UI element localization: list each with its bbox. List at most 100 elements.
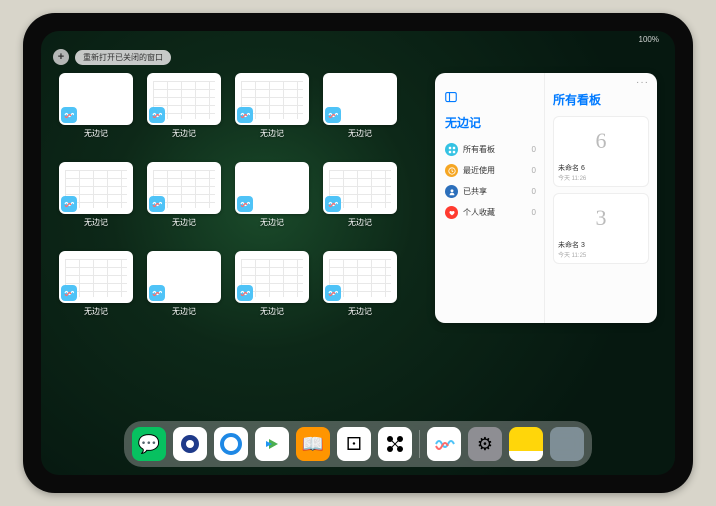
thumbnail-label: 无边记 (172, 306, 196, 317)
top-controls: + 重新打开已关闭的窗口 (53, 49, 171, 65)
thumbnail-label: 无边记 (84, 306, 108, 317)
thumbnail-label: 无边记 (172, 128, 196, 139)
person-icon (445, 185, 458, 198)
freeform-app-icon (237, 107, 253, 123)
window-thumbnail[interactable]: 无边记 (235, 73, 309, 152)
panel-content: 所有看板 6 未命名 6今天 11:26 3 未命名 3今天 11:25 (545, 73, 657, 323)
board-time: 今天 11:26 (558, 173, 586, 182)
board-name: 未命名 6 (558, 163, 585, 173)
status-bar: 100% (41, 35, 675, 49)
thumbnail-label: 无边记 (260, 306, 284, 317)
board-card[interactable]: 6 未命名 6今天 11:26 (553, 116, 649, 187)
board-thumbnail: 3 (577, 198, 625, 238)
thumbnail-preview (323, 162, 397, 214)
screen: 100% + 重新打开已关闭的窗口 无边记无边记无边记无边记无边记无边记无边记无… (41, 31, 675, 475)
thumbnail-preview (147, 251, 221, 303)
window-thumbnail[interactable]: 无边记 (147, 251, 221, 330)
dock: 💬 📖⚀ ⚙ (124, 421, 592, 467)
sidebar-item-count: 0 (532, 208, 536, 217)
window-thumbnail[interactable]: 无边记 (323, 251, 397, 330)
window-thumbnail[interactable]: 无边记 (235, 251, 309, 330)
thumbnail-preview (147, 73, 221, 125)
thumbnail-label: 无边记 (84, 128, 108, 139)
thumbnail-preview (235, 251, 309, 303)
panel-more-button[interactable]: ··· (636, 77, 649, 88)
sidebar-item-count: 0 (532, 187, 536, 196)
window-grid: 无边记无边记无边记无边记无边记无边记无边记无边记无边记无边记无边记无边记 (59, 73, 423, 419)
dock-app-wechat[interactable]: 💬 (132, 427, 166, 461)
freeform-app-icon (61, 285, 77, 301)
sidebar-item-clock[interactable]: 最近使用 0 (445, 160, 536, 181)
freeform-app-icon (149, 196, 165, 212)
sidebar-item-count: 0 (532, 145, 536, 154)
board-card[interactable]: 3 未命名 3今天 11:25 (553, 193, 649, 264)
thumbnail-label: 无边记 (260, 217, 284, 228)
sidebar-item-label: 所有看板 (463, 144, 495, 155)
board-name: 未命名 3 (558, 240, 585, 250)
board-time: 今天 11:25 (558, 250, 586, 259)
thumbnail-label: 无边记 (260, 128, 284, 139)
freeform-app-icon (325, 196, 341, 212)
thumbnail-preview (323, 251, 397, 303)
heart-icon (445, 206, 458, 219)
sidebar-item-person[interactable]: 已共享 0 (445, 181, 536, 202)
dock-app-notes[interactable] (509, 427, 543, 461)
thumbnail-preview (59, 251, 133, 303)
freeform-app-icon (61, 196, 77, 212)
clock-icon (445, 164, 458, 177)
freeform-app-icon (325, 107, 341, 123)
dock-app-video[interactable] (255, 427, 289, 461)
thumbnail-label: 无边记 (172, 217, 196, 228)
dock-app-freeform[interactable] (427, 427, 461, 461)
dock-app-browser2[interactable] (214, 427, 248, 461)
freeform-app-icon (325, 285, 341, 301)
window-thumbnail[interactable]: 无边记 (323, 73, 397, 152)
window-thumbnail[interactable]: 无边记 (59, 162, 133, 241)
dock-app-library[interactable] (550, 427, 584, 461)
freeform-app-icon (149, 285, 165, 301)
window-thumbnail[interactable]: 无边记 (59, 73, 133, 152)
sidebar-item-label: 最近使用 (463, 165, 495, 176)
dock-app-connect[interactable] (378, 427, 412, 461)
thumbnail-preview (147, 162, 221, 214)
freeform-app-icon (149, 107, 165, 123)
panel-section-title: 所有看板 (553, 91, 649, 108)
battery-text: 100% (639, 35, 659, 49)
sidebar-toggle-icon[interactable] (445, 91, 457, 103)
panel-app-title: 无边记 (445, 114, 536, 131)
panel-sidebar: 无边记 所有看板 0 最近使用 0 已共享 0 个人收藏 0 (435, 73, 545, 323)
thumbnail-label: 无边记 (84, 217, 108, 228)
square-grid-icon (445, 143, 458, 156)
dock-separator (419, 430, 420, 458)
thumbnail-preview (235, 162, 309, 214)
board-thumbnail: 6 (577, 121, 625, 161)
window-thumbnail[interactable]: 无边记 (235, 162, 309, 241)
thumbnail-label: 无边记 (348, 217, 372, 228)
sidebar-item-label: 已共享 (463, 186, 487, 197)
dock-app-dice[interactable]: ⚀ (337, 427, 371, 461)
thumbnail-preview (323, 73, 397, 125)
window-thumbnail[interactable]: 无边记 (147, 162, 221, 241)
ipad-frame: 100% + 重新打开已关闭的窗口 无边记无边记无边记无边记无边记无边记无边记无… (23, 13, 693, 493)
thumbnail-preview (59, 162, 133, 214)
sidebar-item-count: 0 (532, 166, 536, 175)
window-thumbnail[interactable]: 无边记 (323, 162, 397, 241)
dock-app-settings[interactable]: ⚙ (468, 427, 502, 461)
freeform-app-icon (237, 285, 253, 301)
side-panel: ··· 无边记 所有看板0最近使用0已共享0个人收藏0 所有看板 6未命名 6今… (435, 73, 657, 323)
thumbnail-label: 无边记 (348, 306, 372, 317)
sidebar-item-square-grid[interactable]: 所有看板 0 (445, 139, 536, 160)
thumbnail-preview (59, 73, 133, 125)
window-thumbnail[interactable]: 无边记 (59, 251, 133, 330)
new-window-button[interactable]: + (53, 49, 69, 65)
reopen-closed-button[interactable]: 重新打开已关闭的窗口 (75, 50, 171, 65)
freeform-app-icon (61, 107, 77, 123)
sidebar-item-label: 个人收藏 (463, 207, 495, 218)
sidebar-item-heart[interactable]: 个人收藏 0 (445, 202, 536, 223)
freeform-app-icon (237, 196, 253, 212)
thumbnail-label: 无边记 (348, 128, 372, 139)
dock-app-browser1[interactable] (173, 427, 207, 461)
thumbnail-preview (235, 73, 309, 125)
dock-app-books[interactable]: 📖 (296, 427, 330, 461)
window-thumbnail[interactable]: 无边记 (147, 73, 221, 152)
